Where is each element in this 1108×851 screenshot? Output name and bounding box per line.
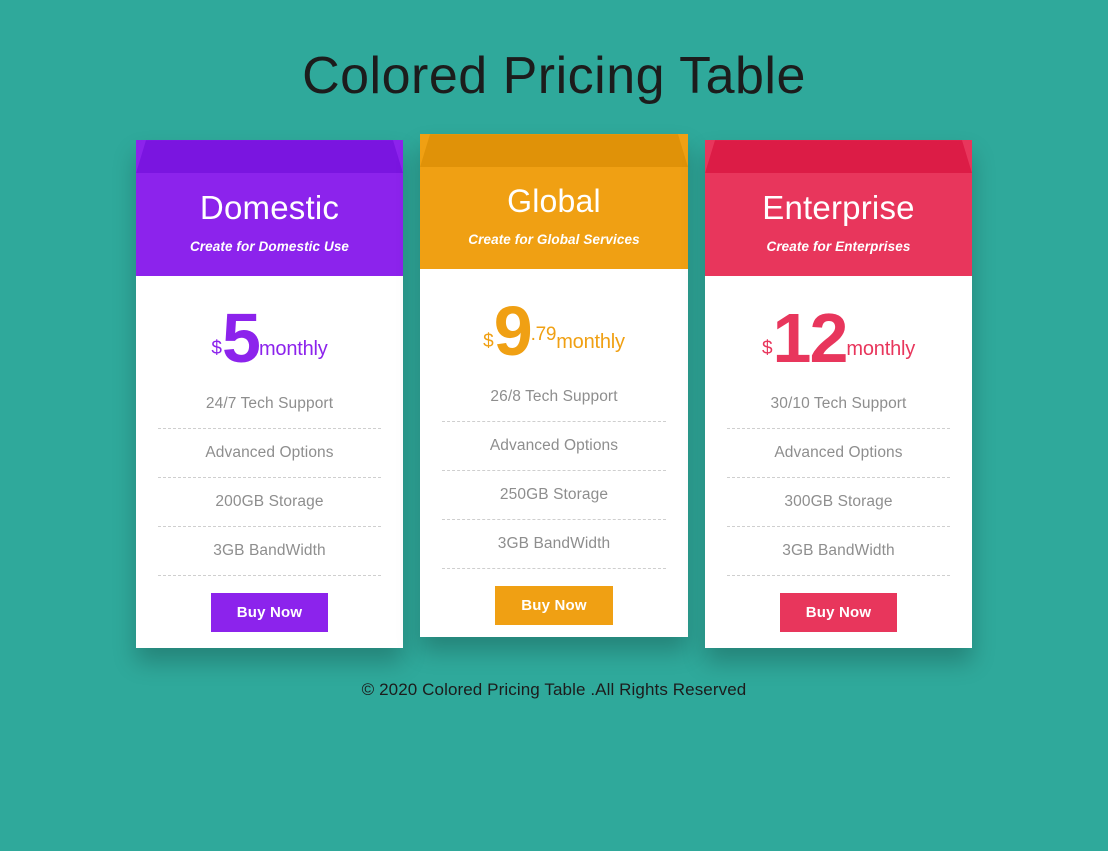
card-header-global: Global Create for Global Services [420, 134, 688, 270]
ribbon-top-shape [705, 140, 972, 173]
list-item: 26/8 Tech Support [442, 373, 666, 423]
plan-tagline: Create for Enterprises [766, 239, 911, 255]
buy-now-button[interactable]: Buy Now [779, 593, 898, 633]
plan-tagline: Create for Domestic Use [189, 239, 350, 255]
plan-price: $9.79monthly [420, 269, 688, 373]
page-title: Colored Pricing Table [302, 47, 806, 105]
card-header-enterprise: Enterprise Create for Enterprises [705, 140, 972, 277]
footer-text: © 2020 Colored Pricing Table .All Rights… [361, 680, 747, 700]
list-item: Advanced Options [442, 422, 666, 472]
list-item: 250GB Storage [442, 471, 666, 521]
buy-now-button[interactable]: Buy Now [495, 586, 613, 626]
list-item: 3GB BandWidth [727, 527, 950, 577]
feature-list: 30/10 Tech Support Advanced Options 300G… [705, 380, 972, 577]
buy-button-wrap: Buy Now [705, 576, 972, 633]
ribbon-top-shape [136, 140, 403, 173]
price-currency: $ [211, 338, 222, 360]
card-header-domestic: Domestic Create for Domestic Use [136, 140, 403, 277]
buy-button-wrap: Buy Now [136, 576, 403, 633]
list-item: 30/10 Tech Support [727, 380, 950, 430]
pricing-card-enterprise: Enterprise Create for Enterprises $12mon… [705, 140, 972, 649]
plan-name: Domestic [199, 189, 340, 227]
plan-name: Global [507, 183, 601, 220]
list-item: 3GB BandWidth [158, 527, 381, 577]
feature-list: 24/7 Tech Support Advanced Options 200GB… [136, 380, 403, 577]
list-item: 24/7 Tech Support [158, 380, 381, 430]
feature-list: 26/8 Tech Support Advanced Options 250GB… [420, 373, 688, 570]
footer-copyright: © 2020 Colored Pricing Table .All Rights… [0, 680, 1108, 700]
price-period: monthly [258, 338, 328, 361]
plan-tagline: Create for Global Services [468, 232, 640, 248]
plan-price: $12monthly [705, 276, 972, 380]
pricing-card-global: Global Create for Global Services $9.79m… [420, 134, 688, 638]
list-item: 300GB Storage [727, 478, 950, 528]
plan-name: Enterprise [762, 189, 915, 227]
buy-button-wrap: Buy Now [420, 569, 688, 626]
price-amount: 9 [493, 292, 533, 371]
pricing-card-domestic: Domestic Create for Domestic Use $5month… [136, 140, 403, 649]
pricing-cards-row: Domestic Create for Domestic Use $5month… [0, 134, 1108, 649]
list-item: 200GB Storage [158, 478, 381, 528]
price-amount: 5 [222, 299, 261, 378]
price-currency: $ [761, 338, 773, 360]
price-amount: 12 [772, 299, 849, 378]
list-item: Advanced Options [158, 429, 381, 479]
price-period: monthly [846, 338, 916, 361]
price-currency: $ [483, 331, 494, 353]
ribbon-top-shape [420, 134, 688, 167]
list-item: Advanced Options [727, 429, 950, 479]
buy-now-button[interactable]: Buy Now [210, 593, 329, 633]
price-cents: .79 [530, 324, 557, 346]
list-item: 3GB BandWidth [442, 520, 666, 570]
plan-price: $5monthly [136, 276, 403, 380]
price-period: monthly [556, 331, 625, 354]
